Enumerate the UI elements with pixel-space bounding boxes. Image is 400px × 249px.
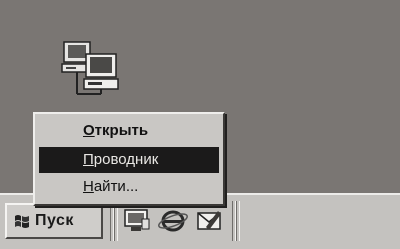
desktop-icon[interactable] bbox=[122, 205, 152, 235]
start-button-label: Пуск bbox=[35, 212, 74, 229]
taskbar-separator bbox=[236, 201, 240, 241]
menu-item-open-label: ткрыть bbox=[94, 122, 149, 139]
menu-item-explorer-label: роводник bbox=[93, 151, 159, 168]
taskbar-separator bbox=[114, 201, 118, 241]
menu-item-find[interactable]: Найти... bbox=[39, 174, 219, 200]
menu-item-open-hotkey: О bbox=[83, 122, 95, 139]
internet-explorer-icon[interactable] bbox=[158, 205, 188, 235]
start-button[interactable]: Пуск bbox=[5, 203, 103, 239]
context-menu: Открыть Проводник Найти... bbox=[33, 112, 225, 206]
menu-item-find-label: айти... bbox=[93, 178, 139, 195]
menu-item-find-hotkey: Н bbox=[83, 178, 94, 195]
menu-item-explorer[interactable]: Проводник bbox=[39, 147, 219, 173]
outlook-express-icon[interactable] bbox=[194, 205, 224, 235]
menu-item-open[interactable]: Открыть bbox=[39, 118, 219, 144]
menu-item-explorer-hotkey: П bbox=[83, 151, 94, 168]
network-neighborhood-icon[interactable] bbox=[60, 40, 130, 110]
windows-flag-icon bbox=[13, 212, 31, 230]
